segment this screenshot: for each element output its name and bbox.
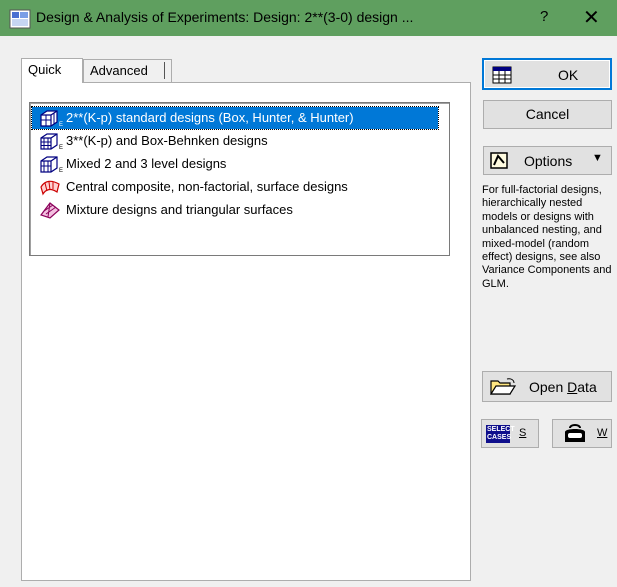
list-item-label: Mixed 2 and 3 level designs — [66, 156, 227, 171]
list-item-label: Mixture designs and triangular surfaces — [66, 202, 293, 217]
ok-button[interactable]: OK — [482, 58, 612, 90]
ok-label: OK — [558, 67, 579, 83]
info-note: For full-factorial designs, hierarchical… — [482, 184, 612, 290]
open-data-accelerator: D — [567, 379, 578, 395]
chevron-down-icon: ▼ — [592, 152, 603, 164]
open-folder-icon — [489, 378, 517, 395]
options-icon — [490, 152, 508, 169]
list-item-mixture-designs[interactable]: Mixture designs and triangular surfaces — [32, 199, 446, 221]
tab-separator — [164, 62, 165, 79]
cube-grid-icon: E — [40, 133, 63, 150]
cube-grid-icon: E — [40, 110, 63, 127]
title-bar: Design & Analysis of Experiments: Design… — [0, 0, 617, 36]
list-item-3kp-box-behnken[interactable]: E 3**(K-p) and Box-Behnken designs — [32, 130, 446, 152]
open-data-label-part: Open — [529, 379, 568, 395]
spreadsheet-icon — [492, 66, 512, 84]
case-weights-button[interactable]: W — [552, 419, 612, 448]
select-cases-icon: SELECT CASES — [486, 425, 515, 443]
select-cases-key: S — [519, 427, 527, 439]
open-data-button[interactable]: Open Data — [482, 371, 612, 402]
options-label: Options — [524, 153, 573, 169]
list-item-2kp-standard[interactable]: E 2**(K-p) standard designs (Box, Hunter… — [31, 106, 439, 130]
window-title: Design & Analysis of Experiments: Design… — [36, 9, 414, 25]
list-item-label: 2**(K-p) standard designs (Box, Hunter, … — [66, 110, 354, 125]
svg-text:E: E — [59, 168, 63, 173]
options-button[interactable]: Options ▼ — [483, 146, 612, 175]
list-item-mixed-2-3-level[interactable]: E Mixed 2 and 3 level designs — [32, 153, 446, 175]
design-type-list[interactable]: E 2**(K-p) standard designs (Box, Hunter… — [29, 102, 450, 256]
open-data-label-part: ata — [577, 379, 597, 395]
list-item-central-composite[interactable]: Central composite, non-factorial, surfac… — [32, 176, 446, 198]
cancel-button[interactable]: Cancel — [483, 100, 612, 129]
tab-quick[interactable]: Quick — [21, 58, 83, 83]
surface-icon — [40, 180, 60, 196]
list-item-label: 3**(K-p) and Box-Behnken designs — [66, 133, 268, 148]
tab-advanced[interactable]: Advanced — [83, 59, 172, 82]
list-item-label: Central composite, non-factorial, surfac… — [66, 179, 348, 194]
cube-grid-icon: E — [40, 156, 63, 173]
case-weights-key: W — [597, 427, 608, 439]
triangle-surface-icon — [40, 202, 60, 219]
help-button[interactable]: ? — [540, 8, 548, 25]
open-data-label: Open Data — [529, 379, 597, 395]
weight-icon — [565, 424, 585, 442]
select-cases-button[interactable]: SELECT CASES S — [481, 419, 539, 448]
app-icon — [9, 9, 31, 29]
close-button[interactable]: ✕ — [583, 5, 600, 30]
svg-text:E: E — [59, 122, 63, 127]
svg-text:E: E — [59, 145, 63, 150]
